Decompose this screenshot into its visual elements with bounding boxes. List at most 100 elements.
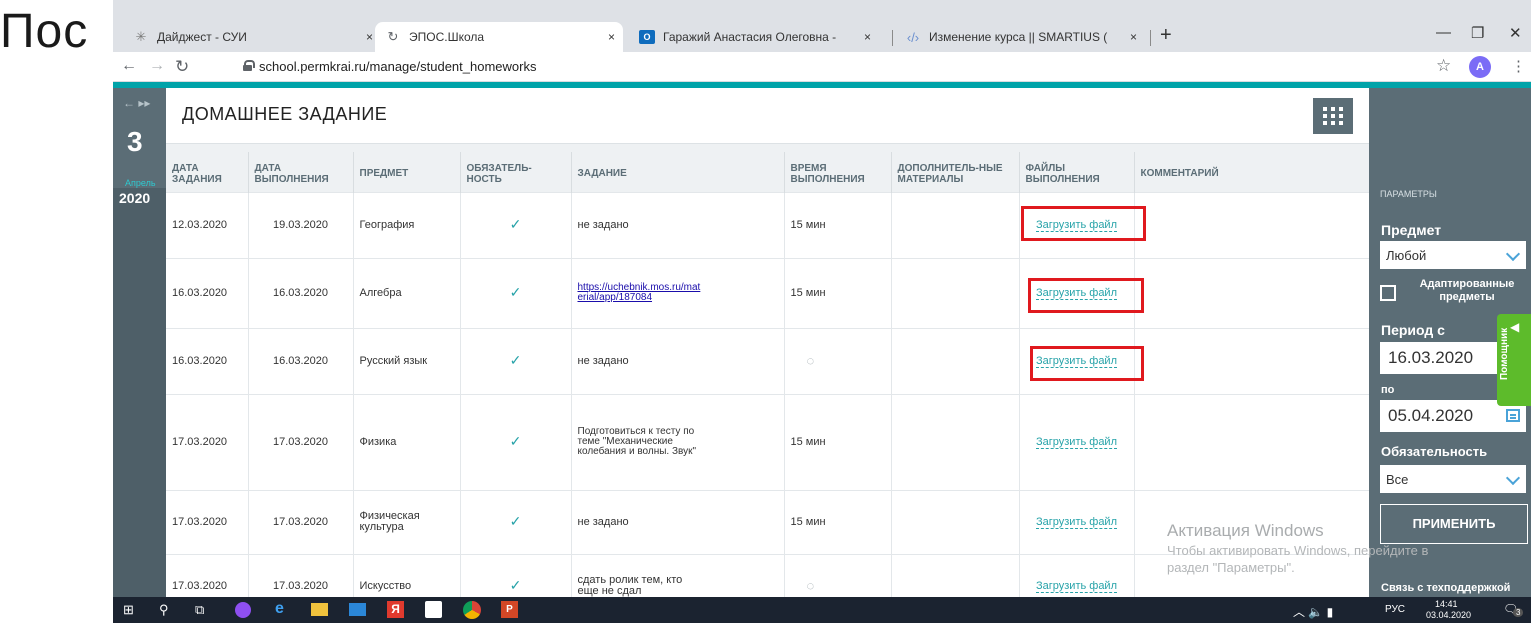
store-icon[interactable]	[425, 601, 442, 618]
check-icon: ✓	[509, 512, 522, 529]
new-tab-icon[interactable]: +	[1160, 24, 1172, 47]
search-icon[interactable]: ⚲	[159, 602, 177, 620]
close-icon[interactable]: ×	[1130, 30, 1137, 44]
reload-icon[interactable]: ↻	[175, 57, 189, 77]
date-due-cell: 16.03.2020	[248, 257, 354, 328]
close-icon[interactable]: ×	[608, 30, 615, 44]
back-icon[interactable]: ←	[121, 57, 137, 75]
apps-grid-button[interactable]	[1313, 98, 1353, 134]
materials-cell	[891, 489, 1020, 554]
date-day: 3	[127, 126, 143, 157]
column-header[interactable]: ВРЕМЯ ВЫПОЛНЕНИЯ	[784, 152, 892, 192]
language-indicator[interactable]: РУС	[1385, 604, 1405, 615]
task-text: Подготовиться к тесту по теме "Механичес…	[577, 426, 697, 457]
subject-select[interactable]: Любой	[1380, 241, 1526, 269]
avatar[interactable]: A	[1469, 56, 1491, 78]
close-window-icon[interactable]: ✕	[1509, 24, 1522, 42]
table-row: 12.03.2020 19.03.2020 География ✓ не зад…	[166, 191, 1369, 258]
mandatory-select[interactable]: Все	[1380, 465, 1526, 493]
close-icon[interactable]: ×	[366, 30, 373, 44]
tab-digest[interactable]: ✳ Дайджест - СУИ ×	[123, 22, 381, 52]
minimize-icon[interactable]: —	[1436, 24, 1451, 41]
column-header[interactable]: КОММЕНТАРИЙ	[1134, 152, 1369, 192]
adapted-checkbox[interactable]	[1380, 285, 1396, 301]
column-header[interactable]: ПРЕДМЕТ	[353, 152, 461, 192]
column-header[interactable]: ДОПОЛНИТЕЛЬ-НЫЕ МАТЕРИАЛЫ	[891, 152, 1020, 192]
chevron-down-icon	[1505, 470, 1521, 486]
annotation-highlight	[1028, 278, 1144, 313]
upload-file-link[interactable]: Загрузить файл	[1035, 579, 1117, 593]
helper-tab[interactable]: ◀ Помощник	[1497, 314, 1531, 406]
calendar-icon[interactable]	[1506, 409, 1520, 422]
column-header[interactable]: ДАТА ЗАДАНИЯ	[166, 152, 249, 192]
mandatory-cell: ✓	[460, 553, 572, 597]
materials-cell	[891, 553, 1020, 597]
date-given-cell: 17.03.2020	[166, 393, 249, 490]
task-link[interactable]: https://uchebnik.mos.ru/material/app/187…	[578, 283, 706, 303]
mail-icon[interactable]	[349, 603, 366, 616]
mandatory-select-value: Все	[1386, 472, 1409, 487]
date-due-cell: 19.03.2020	[248, 191, 354, 258]
table-row: 16.03.2020 16.03.2020 Русский язык ✓ не …	[166, 327, 1369, 394]
helper-label: Помощник	[1499, 327, 1510, 380]
date-given-cell: 17.03.2020	[166, 489, 249, 554]
task-view-icon[interactable]: ⧉	[195, 602, 213, 620]
edge-icon[interactable]: e	[275, 600, 293, 618]
annotation-highlight	[1030, 346, 1144, 381]
chevron-down-icon	[1505, 246, 1521, 262]
adapted-checkbox-label: Адаптированные предметы	[1419, 278, 1515, 303]
date-given-cell: 17.03.2020	[166, 553, 249, 597]
task-cell: сдать ролик тем, кто еще не сдал	[571, 553, 785, 597]
tab-separator	[1150, 30, 1151, 46]
page-header: ДОМАШНЕЕ ЗАДАНИЕ	[166, 88, 1369, 144]
tab-separator	[892, 30, 893, 46]
windows-activation-title: Активация Windows	[1167, 521, 1324, 540]
support-link[interactable]: Связь с техподдержкой	[1381, 582, 1510, 594]
comment-cell	[1134, 191, 1369, 258]
date-nav-arrows[interactable]: ← ▸▸	[123, 96, 150, 110]
folder-icon[interactable]	[311, 603, 328, 616]
date-given-cell: 12.03.2020	[166, 191, 249, 258]
column-header[interactable]: ДАТА ВЫПОЛНЕНИЯ	[248, 152, 354, 192]
yandex-icon[interactable]: Я	[387, 601, 404, 618]
time-cell: ◌	[784, 327, 892, 394]
tag-icon: ‹/›	[906, 29, 920, 45]
clock-date[interactable]: 03.04.2020	[1426, 610, 1471, 620]
tab-outlook[interactable]: O Гаражий Анастасия Олеговна - ×	[629, 22, 879, 52]
apply-button[interactable]: ПРИМЕНИТЬ	[1380, 504, 1528, 544]
tab-epos[interactable]: ↻ ЭПОС.Школа ×	[375, 22, 623, 52]
date-due-cell: 17.03.2020	[248, 393, 354, 490]
mandatory-cell: ✓	[460, 191, 572, 258]
date-given-cell: 16.03.2020	[166, 327, 249, 394]
upload-file-link[interactable]: Загрузить файл	[1035, 515, 1117, 529]
forward-icon[interactable]: →	[149, 57, 165, 75]
lock-icon	[243, 60, 255, 71]
tray-icons[interactable]: ︿ 🔈 ▮	[1293, 603, 1333, 620]
tab-title: ЭПОС.Школа	[409, 30, 485, 44]
powerpoint-icon[interactable]: P	[501, 601, 518, 618]
chrome-icon[interactable]	[463, 601, 481, 619]
clock-time[interactable]: 14:41	[1435, 599, 1458, 609]
subject-cell: География	[353, 191, 461, 258]
restore-icon[interactable]: ❐	[1471, 24, 1484, 42]
files-cell: Загрузить файл	[1019, 553, 1135, 597]
column-header[interactable]: ЗАДАНИЕ	[571, 152, 785, 192]
upload-file-link[interactable]: Загрузить файл	[1035, 435, 1117, 449]
mandatory-cell: ✓	[460, 489, 572, 554]
menu-icon[interactable]: ⋮	[1511, 57, 1526, 75]
windows-start-icon[interactable]: ⊞	[123, 602, 141, 620]
chat-bubble-icon[interactable]: ◌	[807, 353, 815, 368]
comment-cell	[1134, 393, 1369, 490]
subject-text: Физическая культура	[359, 510, 420, 533]
url-field[interactable]: school.permkrai.ru/manage/student_homewo…	[259, 59, 536, 74]
table-header-row: ДАТА ЗАДАНИЯ ДАТА ВЫПОЛНЕНИЯ ПРЕДМЕТ ОБЯ…	[166, 152, 1369, 192]
column-header[interactable]: ФАЙЛЫ ВЫПОЛНЕНИЯ	[1019, 152, 1135, 192]
star-icon[interactable]: ☆	[1436, 56, 1451, 76]
tab-smartius[interactable]: ‹/› Изменение курса || SMARTIUS ( ×	[895, 22, 1145, 52]
app-icon[interactable]	[235, 602, 251, 618]
comment-cell	[1134, 257, 1369, 328]
column-header[interactable]: ОБЯЗАТЕЛЬ-НОСТЬ	[460, 152, 572, 192]
subject-cell: Физическая культура	[353, 489, 461, 554]
close-icon[interactable]: ×	[864, 30, 871, 44]
chat-bubble-icon[interactable]: ◌	[807, 578, 815, 593]
